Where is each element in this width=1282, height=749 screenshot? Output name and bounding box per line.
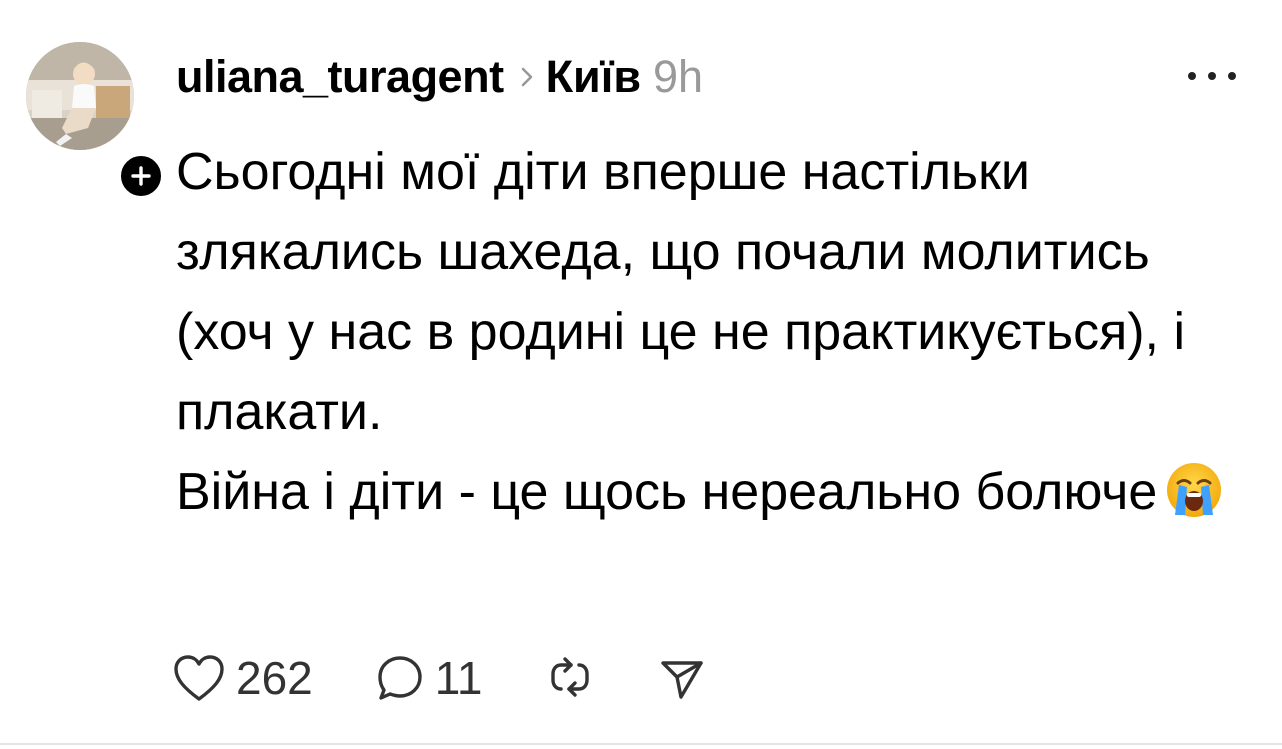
plus-icon: [131, 166, 151, 186]
comment-icon: [378, 656, 422, 700]
loudly-crying-face-icon: [1165, 461, 1223, 542]
location-tag[interactable]: Київ: [546, 51, 641, 103]
post-paragraph-1: Сьогодні мої діти вперше настільки зляка…: [176, 143, 1185, 441]
action-bar: 262 11: [172, 648, 769, 708]
more-horizontal-icon: [1188, 72, 1196, 80]
repost-icon: [550, 657, 589, 697]
avatar-container[interactable]: [26, 42, 165, 200]
reply-count: 11: [434, 652, 483, 704]
send-icon: [660, 661, 703, 699]
like-button[interactable]: 262: [172, 651, 313, 705]
thread-post: uliana_turagent Київ 9h Сьогодні мої діт…: [0, 0, 1282, 749]
more-options-button[interactable]: [1188, 66, 1236, 86]
post-paragraph-2-text: Війна і діти - це щось нереально болюче: [176, 463, 1158, 521]
reply-button[interactable]: 11: [375, 651, 483, 705]
post-divider: [0, 743, 1282, 745]
heart-icon: [174, 655, 224, 701]
post-header: uliana_turagent Київ 9h: [176, 44, 703, 110]
share-button[interactable]: [657, 653, 707, 703]
post-body: Сьогодні мої діти вперше настільки зляка…: [176, 132, 1246, 542]
post-time: 9h: [653, 51, 704, 102]
avatar[interactable]: [26, 42, 134, 150]
avatar-photo: [26, 42, 134, 150]
follow-button[interactable]: [117, 152, 165, 200]
like-count: 262: [236, 652, 313, 704]
username[interactable]: uliana_turagent: [176, 51, 504, 103]
repost-button[interactable]: [545, 653, 595, 703]
post-paragraph-2: Війна і діти - це щось нереально болюче: [176, 452, 1246, 542]
chevron-right-icon: [520, 66, 534, 88]
